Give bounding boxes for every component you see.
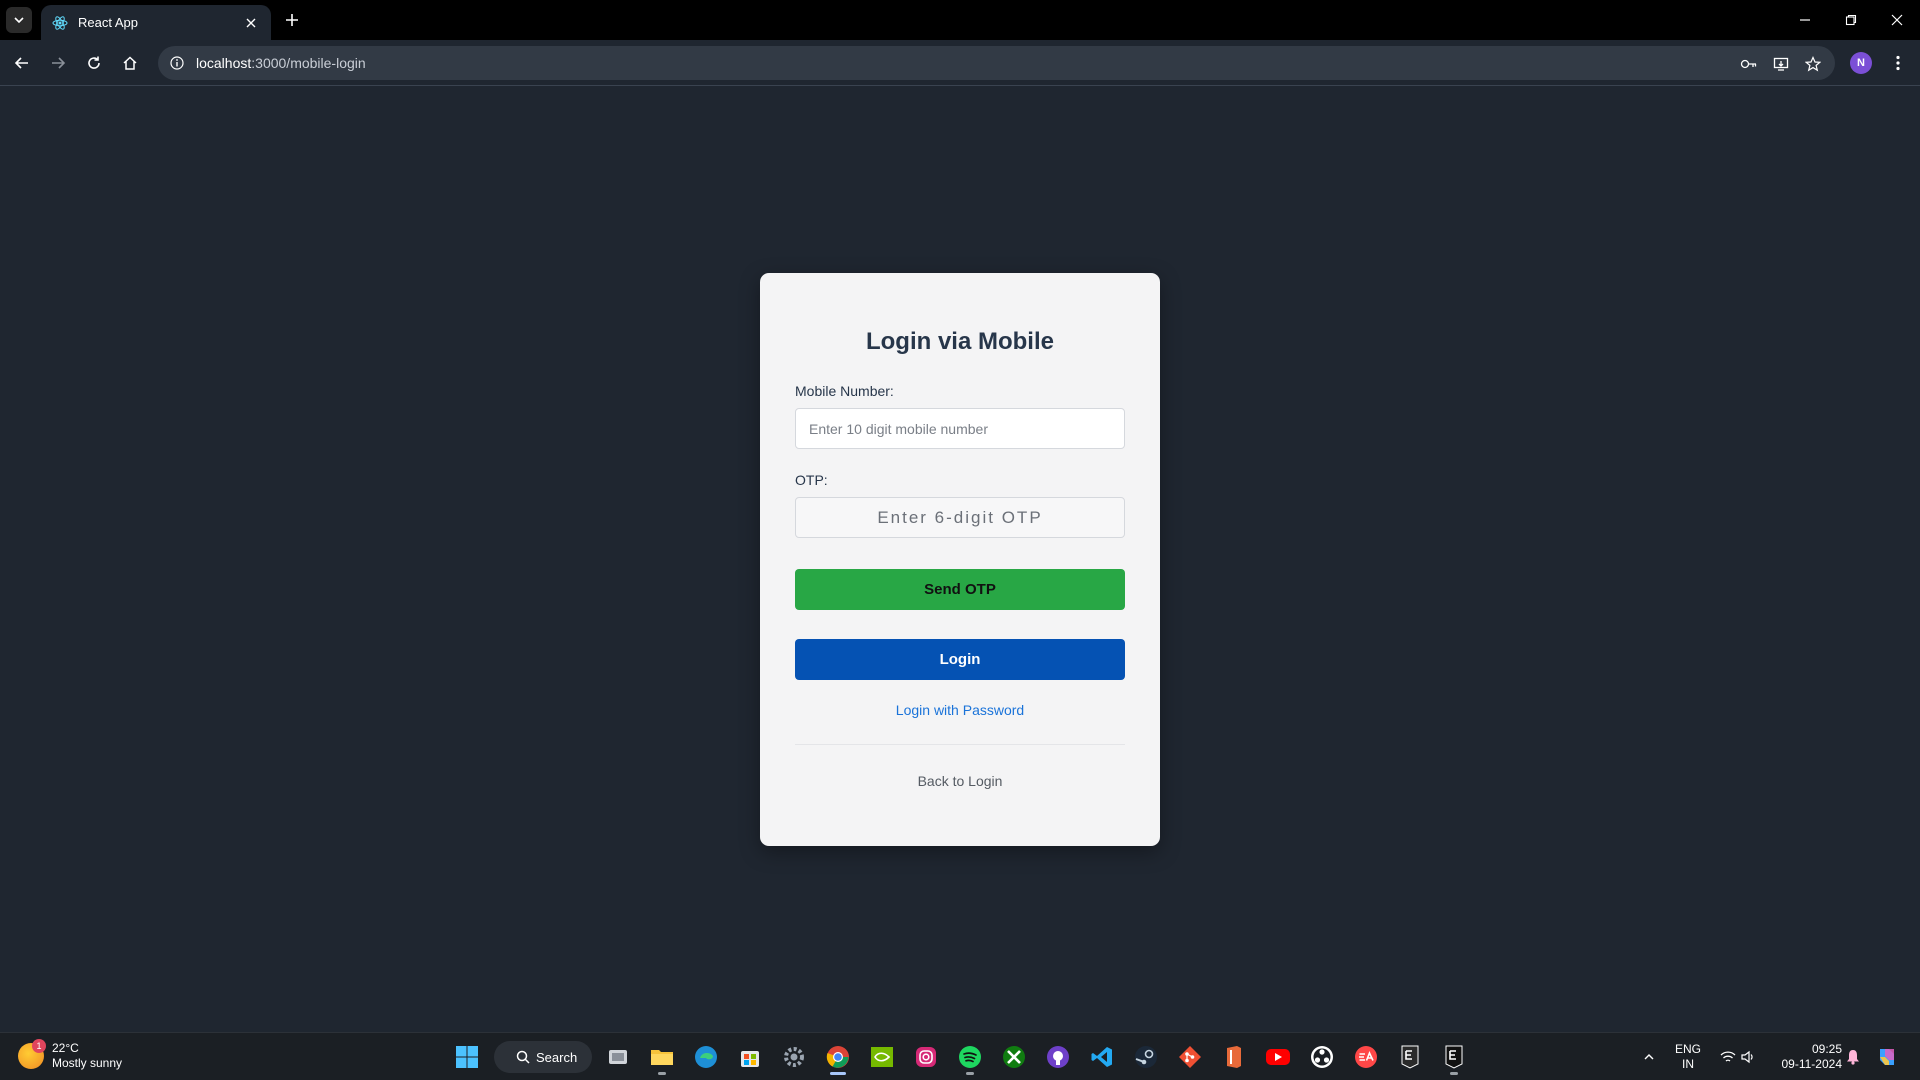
page-title: Login via Mobile <box>865 328 1054 355</box>
react-logo-icon <box>52 15 68 31</box>
home-button[interactable] <box>116 49 144 77</box>
url-text: localhost:3000/mobile-login <box>196 55 366 71</box>
epic-games-icon[interactable] <box>1439 1042 1469 1075</box>
reload-button[interactable] <box>80 49 108 77</box>
xbox-icon[interactable] <box>999 1042 1029 1072</box>
chrome-icon[interactable] <box>823 1042 853 1075</box>
git-icon[interactable] <box>1175 1042 1205 1072</box>
active-indicator <box>830 1072 846 1075</box>
edge-icon[interactable] <box>691 1042 721 1072</box>
address-bar[interactable]: localhost:3000/mobile-login <box>158 46 1835 80</box>
windows-start-icon[interactable] <box>452 1042 482 1072</box>
vscode-icon[interactable] <box>1087 1042 1117 1072</box>
url-host: localhost <box>196 55 252 71</box>
temperature: 22°C <box>52 1041 79 1055</box>
install-app-icon[interactable] <box>1769 52 1793 76</box>
search-label: Search <box>536 1049 578 1065</box>
send-otp-button[interactable]: Send OTP <box>795 569 1125 610</box>
more-vertical-icon <box>1896 55 1900 71</box>
steam-icon[interactable] <box>1131 1042 1161 1072</box>
taskbar-search-button[interactable]: Search <box>494 1041 592 1073</box>
clock-time: 09:25 <box>1811 1042 1842 1056</box>
home-icon <box>123 56 137 70</box>
copilot-icon[interactable] <box>1872 1042 1902 1072</box>
tab-search-button[interactable] <box>6 7 32 33</box>
bookmark-star-icon[interactable] <box>1801 52 1825 76</box>
weather-sun-icon: 1 <box>18 1039 46 1069</box>
url-path: :3000/mobile-login <box>251 55 366 71</box>
weather-widget[interactable]: 1 22°C Mostly sunny <box>18 1039 123 1071</box>
mobile-number-label: Mobile Number: <box>795 383 894 399</box>
profile-avatar[interactable]: N <box>1850 52 1872 74</box>
minimize-button[interactable] <box>1782 0 1828 40</box>
login-button[interactable]: Login <box>795 639 1125 680</box>
running-indicator <box>1450 1072 1458 1075</box>
instagram-icon[interactable] <box>911 1042 941 1072</box>
restore-icon <box>1845 14 1857 26</box>
microsoft-store-icon[interactable] <box>735 1042 765 1072</box>
close-tab-icon[interactable] <box>241 13 261 33</box>
arrow-left-icon <box>14 57 28 69</box>
back-to-login-link[interactable]: Back to Login <box>760 773 1160 789</box>
spotify-icon[interactable] <box>955 1042 985 1075</box>
youtube-icon[interactable] <box>1263 1042 1293 1072</box>
weather-condition: Mostly sunny <box>52 1056 123 1070</box>
epic-launcher-icon[interactable] <box>1395 1042 1425 1072</box>
browser-menu-button[interactable] <box>1886 49 1910 77</box>
notification-bell-icon[interactable] <box>1838 1042 1868 1072</box>
close-window-button[interactable] <box>1874 0 1920 40</box>
restore-button[interactable] <box>1828 0 1874 40</box>
show-hidden-icons-chevron-up-icon[interactable] <box>1634 1042 1664 1072</box>
password-key-icon[interactable] <box>1737 52 1761 76</box>
nvidia-icon[interactable] <box>867 1042 897 1072</box>
weather-badge: 1 <box>32 1039 46 1053</box>
tab-react-app[interactable]: React App <box>41 5 271 40</box>
plus-icon <box>286 14 298 26</box>
file-explorer-icon[interactable] <box>647 1042 677 1075</box>
back-button[interactable] <box>8 49 36 77</box>
chevron-down-icon <box>14 17 24 24</box>
running-indicator <box>658 1072 666 1075</box>
task-view-icon[interactable] <box>603 1042 633 1072</box>
office-icon[interactable] <box>1219 1042 1249 1072</box>
obs-icon[interactable] <box>1307 1042 1337 1072</box>
running-indicator <box>966 1072 974 1075</box>
tab-title: React App <box>78 15 138 30</box>
input-language[interactable]: ENG IN <box>1670 1042 1706 1072</box>
login-with-password-link[interactable]: Login with Password <box>760 702 1160 718</box>
region-code: IN <box>1682 1057 1694 1071</box>
divider <box>795 744 1125 745</box>
taskbar: 1 22°C Mostly sunny Search ENG IN 09:25 … <box>0 1032 1920 1080</box>
language-code: ENG <box>1674 1042 1701 1056</box>
forward-button[interactable] <box>44 49 72 77</box>
mobile-number-input[interactable] <box>795 408 1125 449</box>
ea-icon[interactable] <box>1351 1042 1381 1072</box>
volume-icon[interactable] <box>1733 1042 1763 1072</box>
browser-title-bar: React App <box>0 0 1920 40</box>
clock-date: 09-11-2024 <box>1781 1057 1843 1071</box>
arrow-right-icon <box>52 57 66 69</box>
otp-label: OTP: <box>795 472 828 488</box>
github-icon[interactable] <box>1043 1042 1073 1072</box>
browser-toolbar: localhost:3000/mobile-login N <box>0 40 1920 86</box>
search-icon <box>516 1050 530 1064</box>
clock[interactable]: 09:25 09-11-2024 <box>1766 1042 1843 1072</box>
site-info-icon[interactable] <box>166 52 188 74</box>
login-card: Login via Mobile Mobile Number: OTP: Sen… <box>760 273 1160 846</box>
reload-icon <box>88 56 100 69</box>
close-icon <box>1891 14 1903 26</box>
otp-input[interactable] <box>795 497 1125 538</box>
new-tab-button[interactable] <box>281 9 303 31</box>
minimize-icon <box>1800 19 1810 21</box>
settings-icon[interactable] <box>779 1042 809 1072</box>
